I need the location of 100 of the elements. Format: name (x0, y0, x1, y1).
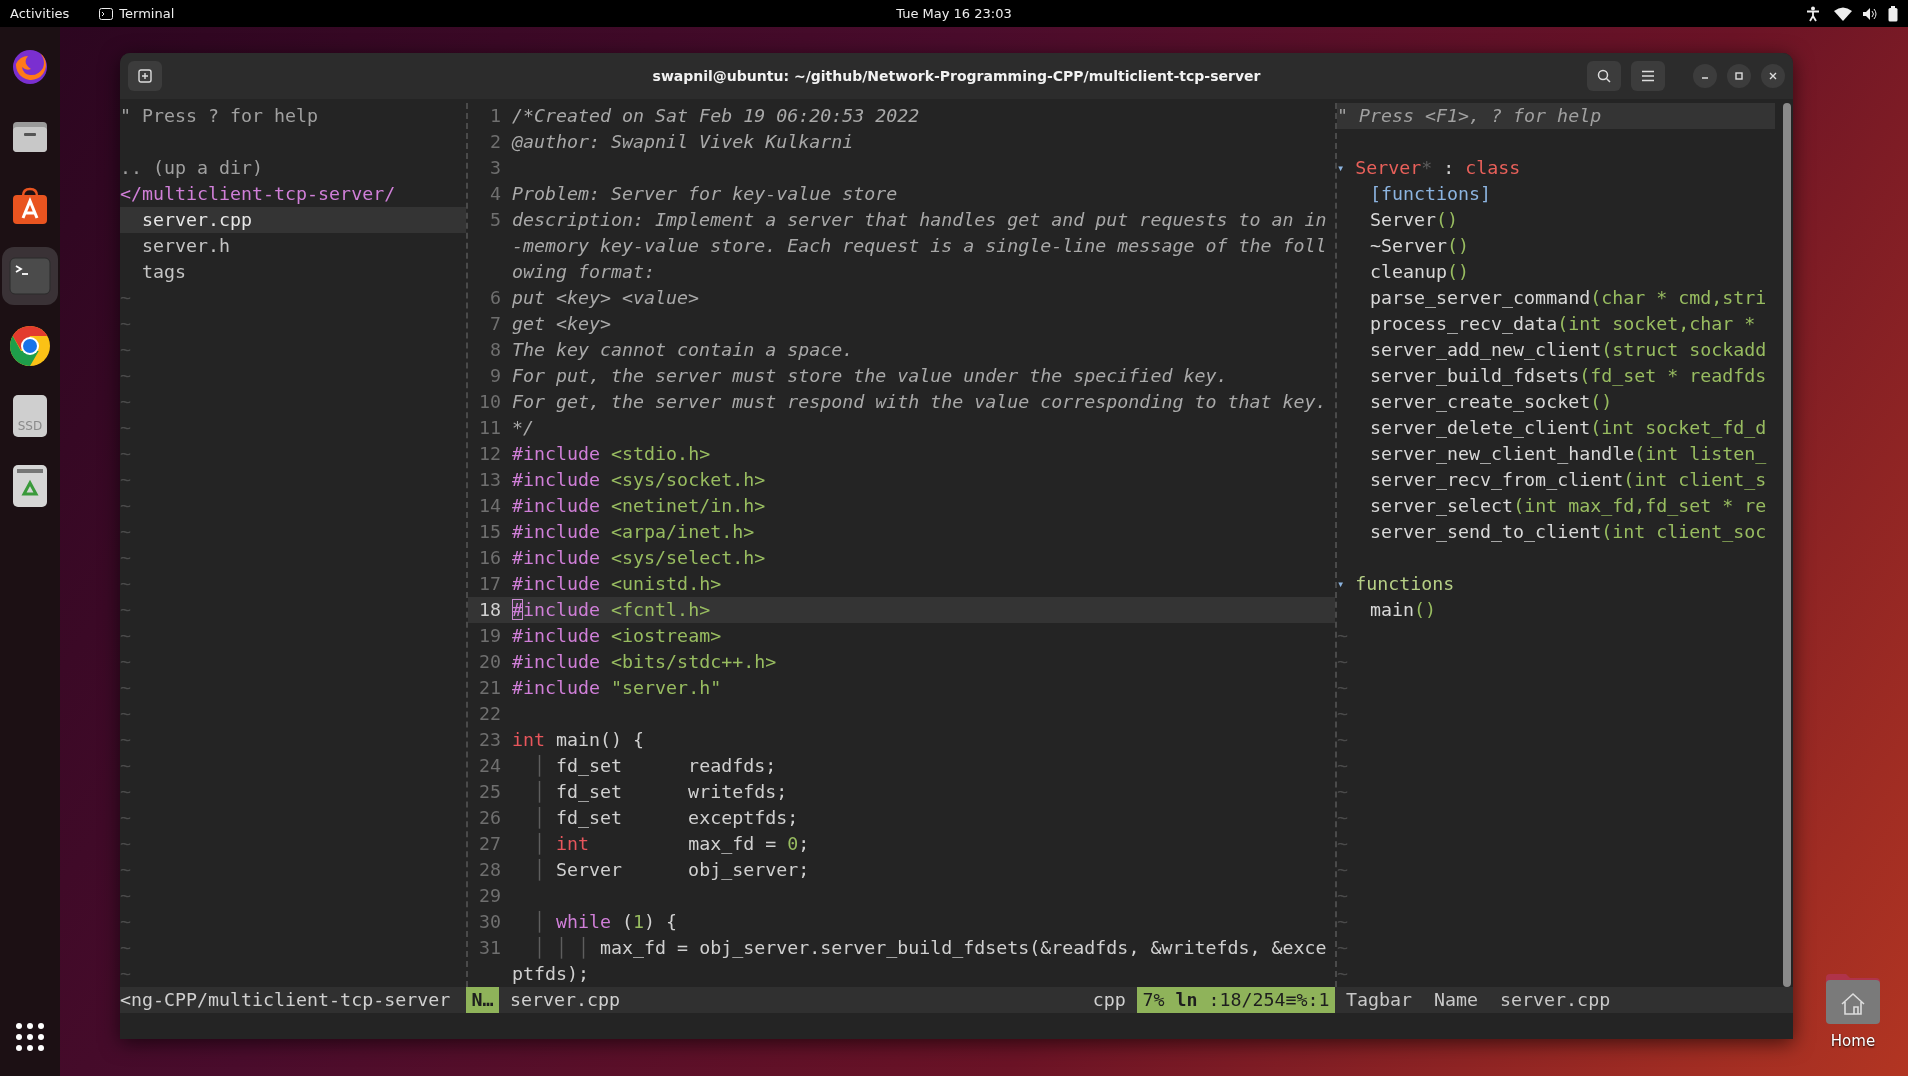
clock[interactable]: Tue May 16 23:03 (896, 6, 1012, 21)
accessibility-icon[interactable] (1806, 5, 1820, 22)
home-folder-icon[interactable] (1824, 972, 1882, 1024)
line-number: 22 (479, 703, 501, 724)
line-number: 8 (490, 339, 501, 360)
store-bag-icon (10, 186, 50, 226)
line-number: 12 (479, 443, 501, 464)
code-text: <sys/socket.h> (610, 468, 766, 492)
line-number: 15 (479, 521, 501, 542)
tag-entry[interactable]: server_send_to_client(int client_soc (1337, 519, 1775, 545)
tag-entry[interactable]: server_recv_from_client(int client_s (1337, 467, 1775, 493)
tag-entry[interactable]: process_recv_data(int socket,char * (1337, 311, 1775, 337)
code-text: while (556, 910, 612, 934)
app-menu[interactable]: Terminal (119, 6, 175, 21)
empty-line-marker: ~ (1337, 884, 1348, 908)
code-text: -memory key-value store. Each request is a single-line message of the foll (512, 234, 1327, 258)
mode-indicator: N… (466, 987, 499, 1013)
desktop-icon-label[interactable]: Home (1830, 1032, 1876, 1050)
code-text: fd_set exceptfds; (556, 806, 799, 830)
file-entry[interactable]: server.cpp (120, 207, 466, 233)
tag-entry[interactable]: ~Server() (1337, 233, 1775, 259)
line-number: 1 (490, 105, 501, 126)
tag-entry[interactable]: server_add_new_client(struct sockadd (1337, 337, 1775, 363)
code-text: #include (512, 546, 601, 570)
code-text: server_send_to_client (1370, 520, 1602, 544)
code-text: #include (512, 520, 601, 544)
code-text: (int client_soc (1601, 520, 1767, 544)
empty-line-marker: ~ (1337, 650, 1348, 674)
window-title: swapnil@ubuntu: ~/github/Network-Programming-CPP/multiclient-tcp-server (652, 68, 1261, 84)
tag-entry[interactable]: server_create_socket() (1337, 389, 1775, 415)
empty-line-marker: ~ (1337, 728, 1348, 752)
status-filename: server.cpp (509, 988, 621, 1012)
search-icon (1597, 69, 1611, 83)
tag-entry[interactable]: Server() (1337, 207, 1775, 233)
fold-icon[interactable]: ▾ (1337, 571, 1345, 597)
tag-entry[interactable]: main() (1337, 597, 1775, 623)
scrollbar[interactable] (1783, 103, 1791, 987)
code-text: "server.h" (610, 676, 722, 700)
volume-icon[interactable] (1862, 6, 1878, 21)
code-text: #include (512, 624, 601, 648)
maximize-button[interactable] (1727, 64, 1751, 88)
empty-line-marker: ~ (120, 910, 131, 934)
line-number: 26 (479, 807, 501, 828)
code-text: put <key> <value> (512, 286, 700, 310)
empty-line-marker: ~ (120, 702, 131, 726)
tag-entry[interactable]: server_new_client_handle(int listen_ (1337, 441, 1775, 467)
line-number: 28 (479, 859, 501, 880)
fold-icon[interactable]: ▾ (1337, 155, 1345, 181)
close-button[interactable] (1761, 64, 1785, 88)
menu-icon (1641, 70, 1655, 82)
empty-line-marker: ~ (120, 598, 131, 622)
parent-dir-entry[interactable]: .. (up a dir) (120, 155, 264, 181)
code-text: */ (512, 416, 535, 440)
minimize-button[interactable] (1693, 64, 1717, 88)
help-hint: " Press ? for help (120, 104, 319, 128)
code-text: (char * cmd,stri (1590, 286, 1767, 310)
empty-line-marker: ~ (120, 858, 131, 882)
menu-button[interactable] (1631, 61, 1665, 91)
tag-group-header[interactable]: ▾ functions (1337, 571, 1775, 597)
tag-entry[interactable]: server_delete_client(int socket_fd_d (1337, 415, 1775, 441)
empty-line-marker: ~ (1337, 754, 1348, 778)
trash-icon (12, 464, 48, 508)
empty-line-marker: ~ (120, 650, 131, 674)
code-text: /*Created on Sat Feb 19 06:20:53 2022 (512, 104, 920, 128)
code-text: () (1447, 260, 1470, 284)
code-text: <sys/select.h> (610, 546, 766, 570)
code-text: <netinet/in.h> (610, 494, 766, 518)
activities-button[interactable]: Activities (10, 6, 70, 21)
line-number: 11 (479, 417, 501, 438)
file-entry[interactable]: server.h (120, 233, 466, 259)
battery-icon[interactable] (1888, 5, 1898, 22)
drive-icon: SSD (12, 394, 48, 438)
empty-line-marker: ~ (120, 962, 131, 986)
code-text: () (1590, 390, 1613, 414)
status-path: <ng-CPP/multiclient-tcp-server (120, 988, 452, 1012)
code-text: 0 (787, 832, 799, 856)
line-number: 20 (479, 651, 501, 672)
chrome-icon (8, 324, 52, 368)
code-text: │ (533, 832, 547, 857)
empty-line-marker: ~ (1337, 832, 1348, 856)
search-button[interactable] (1587, 61, 1621, 91)
code-text: fd_set readfds; (556, 754, 777, 778)
tag-entry[interactable]: parse_server_command(char * cmd,stri (1337, 285, 1775, 311)
code-text: max_fd = obj_server.server_build_fdsets(&readfds, &writefds, &exce (600, 936, 1327, 960)
code-text: server_select (1370, 494, 1514, 518)
new-tab-button[interactable] (128, 61, 162, 91)
tag-entry[interactable]: cleanup() (1337, 259, 1775, 285)
tag-entry[interactable]: [functions] (1337, 181, 1775, 207)
line-number: 27 (479, 833, 501, 854)
wifi-icon[interactable] (1834, 6, 1852, 21)
tag-entry[interactable]: server_select(int max_fd,fd_set * re (1337, 493, 1775, 519)
code-text: <unistd.h> (610, 572, 722, 596)
directory-entry[interactable]: </multiclient-tcp-server/ (120, 181, 396, 207)
empty-line-marker: ~ (120, 780, 131, 804)
code-text: cleanup (1370, 260, 1448, 284)
tag-group-header[interactable]: ▾ Server* : class (1337, 155, 1775, 181)
tag-entry[interactable]: server_build_fdsets(fd_set * readfds (1337, 363, 1775, 389)
code-text: main() { (555, 728, 645, 752)
file-entry[interactable]: tags (120, 259, 466, 285)
empty-line-marker: ~ (120, 728, 131, 752)
